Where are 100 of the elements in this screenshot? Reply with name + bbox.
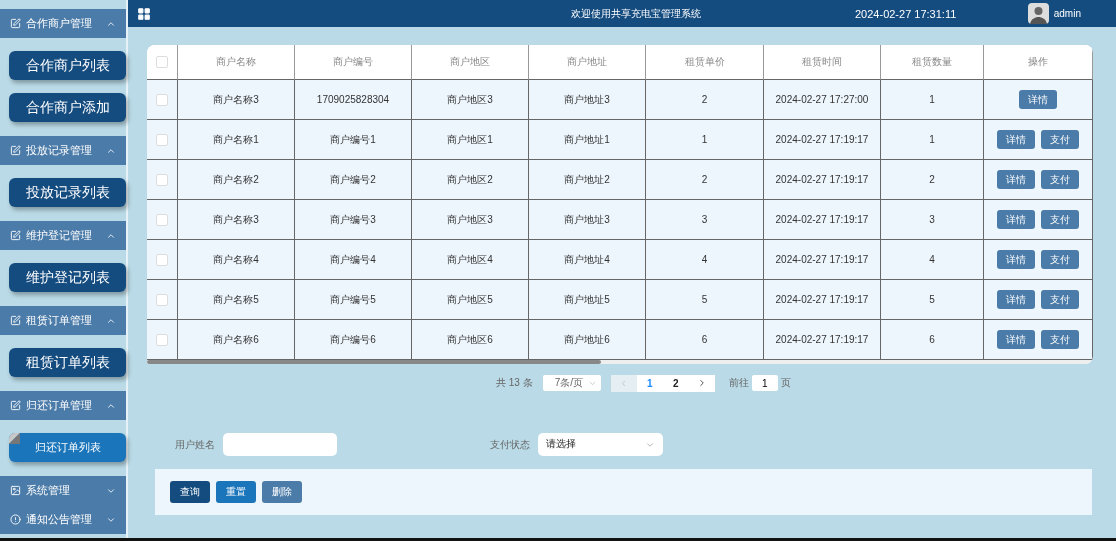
page-button[interactable]: 1 [636,374,663,392]
edit-icon [10,18,21,29]
table-cell: 商户地址3 [529,80,646,120]
action-button[interactable]: 重置 [216,481,256,503]
table-cell: 1 [646,120,764,160]
menu-group-label: 归还订单管理 [26,398,93,413]
table-cell: 商户名称6 [178,320,295,360]
menu-group[interactable]: 通知公告管理 [0,505,126,534]
select-field[interactable]: 请选择 [538,433,663,456]
action-button[interactable]: 支付 [1041,210,1079,229]
menu-item[interactable]: 维护登记列表 [9,263,126,292]
table-cell: 商户地址6 [529,320,646,360]
table-cell: 商户地区3 [412,80,529,120]
page-size-select[interactable]: 7条/页 [542,375,601,391]
table-cell: 商户地址1 [529,120,646,160]
column-header: 租赁时间 [764,45,881,80]
table-cell: 4 [881,240,984,280]
datetime: 2024-02-27 17:31:11 [855,7,957,20]
action-button[interactable]: 详情 [997,170,1035,189]
table-cell: 5 [646,280,764,320]
page-input[interactable]: 1 [751,375,778,391]
edit-icon [10,315,21,326]
menu-group[interactable]: 租赁订单管理 [0,306,126,335]
menu-group-label: 合作商户管理 [26,16,93,31]
action-button[interactable]: 详情 [997,250,1035,269]
action-button[interactable]: 支付 [1041,330,1079,349]
grid-menu-icon[interactable] [137,6,151,21]
menu-group[interactable]: 合作商户管理 [0,9,126,38]
menu-item[interactable]: 投放记录列表 [9,178,126,207]
table-cell: 商户编号3 [295,200,412,240]
action-button[interactable]: 支付 [1041,130,1079,149]
row-checkbox[interactable] [156,293,168,306]
table-cell: 商户名称3 [178,80,295,120]
action-button[interactable]: 支付 [1041,290,1079,309]
edit-icon [10,400,21,411]
app-title: 欢迎使用共享充电宝管理系统 [571,6,702,21]
table-cell: 6 [881,320,984,360]
table-cell: 商户地区4 [412,240,529,280]
table-cell: 商户编号2 [295,160,412,200]
field-label: 支付状态 [490,437,530,452]
action-button[interactable]: 支付 [1041,170,1079,189]
action-button[interactable]: 详情 [997,210,1035,229]
row-checkbox[interactable] [156,133,168,146]
table-cell: 商户编号1 [295,120,412,160]
table-cell: 商户地区3 [412,200,529,240]
scrollbar-thumb[interactable] [147,360,601,364]
action-button[interactable]: 详情 [1019,90,1057,109]
table-cell: 2 [881,160,984,200]
table-cell: 商户名称2 [178,160,295,200]
table-cell: 商户地址2 [529,160,646,200]
row-checkbox[interactable] [156,253,168,266]
table-cell: 商户地区1 [412,120,529,160]
menu-group-label: 投放记录管理 [26,143,93,158]
menu-item[interactable]: 合作商户添加 [9,93,126,122]
table-cell: 商户地区2 [412,160,529,200]
table-cell: 2024-02-27 17:19:17 [764,320,881,360]
input-field[interactable] [223,433,337,456]
edit-icon [10,230,21,241]
menu-group[interactable]: 维护登记管理 [0,221,126,250]
action-button[interactable]: 删除 [262,481,302,503]
action-button[interactable]: 支付 [1041,250,1079,269]
column-header: 租赁单价 [646,45,764,80]
table-cell: 2 [646,160,764,200]
table-cell: 3 [646,200,764,240]
row-checkbox[interactable] [156,213,168,226]
page-button[interactable]: 2 [662,374,689,392]
menu-item[interactable]: 归还订单列表 [9,433,126,462]
avatar[interactable] [1027,3,1049,24]
action-button[interactable]: 详情 [997,130,1035,149]
next-page-button[interactable] [688,374,715,392]
action-button[interactable]: 详情 [997,290,1035,309]
table-cell: 商户地区6 [412,320,529,360]
column-header: 操作 [984,45,1093,80]
alert-icon [10,514,21,525]
table-cell: 商户名称3 [178,200,295,240]
edit-icon [10,145,21,156]
menu-group[interactable]: 投放记录管理 [0,136,126,165]
row-checkbox[interactable] [156,93,168,106]
total-count: 共 13 条 [496,376,533,390]
menu-item[interactable]: 合作商户列表 [9,51,126,80]
select-all-checkbox[interactable] [156,56,168,68]
table-cell: 3 [881,200,984,240]
goto-label: 前往 [728,376,749,390]
table-cell: 1709025828304 [295,80,412,120]
column-header: 商户名称 [178,45,295,80]
menu-group[interactable]: 归还订单管理 [0,391,126,420]
menu-group-label: 系统管理 [26,483,71,498]
action-button[interactable]: 详情 [997,330,1035,349]
menu-item[interactable]: 租赁订单列表 [9,348,126,377]
table-cell: 商户编号5 [295,280,412,320]
action-button[interactable]: 查询 [170,481,210,503]
field-label: 用户姓名 [175,437,215,452]
menu-group[interactable]: 系统管理 [0,476,126,505]
prev-page-button[interactable] [610,374,637,392]
column-header: 商户地区 [412,45,529,80]
column-header: 商户编号 [295,45,412,80]
menu-group-label: 通知公告管理 [26,512,93,527]
page-suffix: 页 [780,376,791,390]
row-checkbox[interactable] [156,333,168,346]
row-checkbox[interactable] [156,173,168,186]
